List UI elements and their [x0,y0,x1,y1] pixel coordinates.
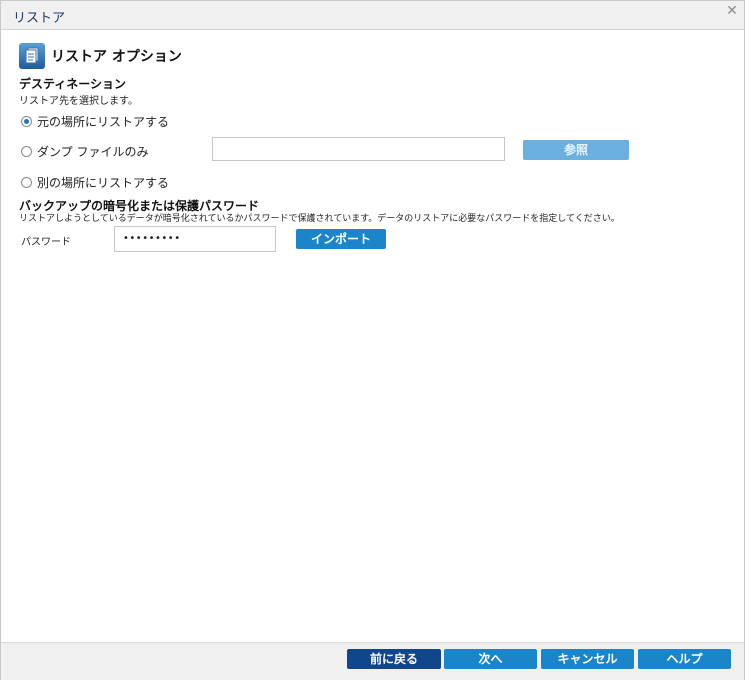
browse-button[interactable]: 参照 [523,140,629,160]
dialog-content: リストア オプション デスティネーション リストア先を選択します。 元の場所にリ… [1,30,744,642]
radio-button[interactable] [21,146,32,157]
password-field[interactable]: ••••••••• [114,226,276,252]
restore-dialog: リストア ✕ リストア オプション デスティネーション リストア先を選択します。… [0,0,745,680]
next-button[interactable]: 次へ [444,649,537,669]
title-bar: リストア ✕ [1,1,744,30]
cancel-button[interactable]: キャンセル [541,649,634,669]
radio-restore-original[interactable]: 元の場所にリストアする [21,113,169,130]
restore-options-header: リストア オプション [19,42,182,70]
destination-heading: デスティネーション [19,77,127,91]
radio-dump-file-only[interactable]: ダンプ ファイルのみ [21,143,148,160]
window-title: リストア [13,11,66,26]
dialog-footer: 前に戻る 次へ キャンセル ヘルプ [1,642,744,680]
password-label: パスワード [21,237,71,248]
help-button[interactable]: ヘルプ [638,649,731,669]
back-button[interactable]: 前に戻る [347,649,441,669]
radio-button[interactable] [21,116,32,127]
document-stack-icon [19,43,45,69]
close-icon[interactable]: ✕ [725,4,739,18]
encryption-description: リストアしようとしているデータが暗号化されているかパスワードで保護されています。… [19,214,620,224]
radio-restore-alternate[interactable]: 別の場所にリストアする [21,174,169,191]
import-button[interactable]: インポート [296,229,386,249]
radio-label: 元の場所にリストアする [37,115,170,129]
radio-label: 別の場所にリストアする [37,176,170,190]
radio-button[interactable] [21,177,32,188]
destination-description: リストア先を選択します。 [19,96,138,107]
destination-path-input[interactable] [212,137,505,161]
radio-label: ダンプ ファイルのみ [37,145,149,159]
section-title: リストア オプション [51,49,182,65]
